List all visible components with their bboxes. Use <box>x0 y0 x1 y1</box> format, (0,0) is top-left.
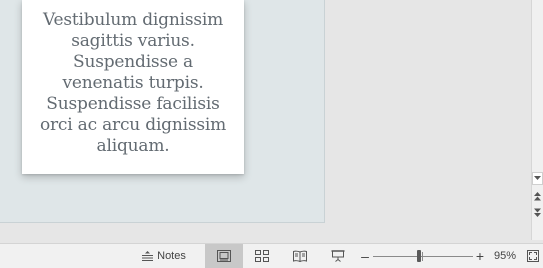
slide-show-button[interactable] <box>319 244 357 268</box>
zoom-in-button[interactable]: + <box>473 244 487 268</box>
zoom-out-button[interactable]: – <box>358 244 372 268</box>
zoom-slider-center-mark <box>422 252 423 261</box>
fit-slide-icon <box>527 250 539 262</box>
notes-button[interactable]: Notes <box>136 244 192 268</box>
reading-view-icon <box>293 250 307 262</box>
notes-icon <box>142 251 154 261</box>
zoom-slider-thumb[interactable] <box>417 250 421 262</box>
slide-show-icon <box>331 250 345 262</box>
zoom-level-button[interactable]: 95% <box>488 244 522 268</box>
double-chevron-down-icon <box>534 208 541 217</box>
zoom-level-text: 95% <box>493 250 517 262</box>
workspace-background <box>326 0 531 240</box>
reading-view-button[interactable] <box>281 244 319 268</box>
status-bar: Notes – + 95% <box>0 243 543 268</box>
minus-icon: – <box>361 248 369 264</box>
next-slide-button[interactable] <box>532 206 543 219</box>
slide-sorter-button[interactable] <box>243 244 281 268</box>
plus-icon: + <box>475 248 485 264</box>
triangle-down-icon <box>534 176 541 180</box>
normal-view-icon <box>217 250 231 262</box>
slide-editing-pane[interactable]: Vestibulum dignissim sagittis varius. Su… <box>0 0 325 223</box>
scroll-down-button[interactable] <box>532 172 543 185</box>
slide-canvas[interactable]: Vestibulum dignissim sagittis varius. Su… <box>22 0 244 174</box>
double-chevron-up-icon <box>534 192 541 201</box>
fit-slide-button[interactable] <box>524 244 542 268</box>
previous-slide-button[interactable] <box>532 190 543 203</box>
vertical-scrollbar[interactable] <box>531 0 543 240</box>
slide-sorter-icon <box>255 250 269 262</box>
zoom-slider-track[interactable] <box>373 256 473 257</box>
slide-body-text[interactable]: Vestibulum dignissim sagittis varius. Su… <box>30 10 236 157</box>
normal-view-button[interactable] <box>205 244 243 268</box>
notes-label: Notes <box>157 250 186 262</box>
